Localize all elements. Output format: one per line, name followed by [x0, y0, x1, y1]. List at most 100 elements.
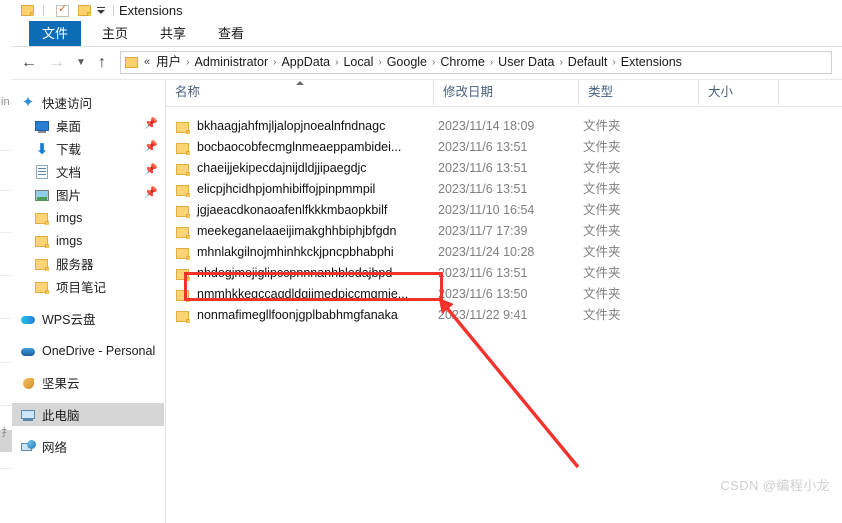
breadcrumb-item-chrome[interactable]: Chrome	[436, 52, 488, 73]
window-title: Extensions	[119, 3, 183, 18]
pin-icon: 📌	[144, 187, 158, 199]
folder-icon	[175, 140, 191, 156]
sidebar-item-imgs-1[interactable]: imgs	[12, 206, 165, 229]
desktop-icon	[34, 118, 50, 134]
folder-icon	[175, 161, 191, 177]
folder-icon	[175, 119, 191, 135]
this-pc-icon	[20, 407, 36, 423]
qat-customize-button[interactable]	[97, 0, 105, 21]
properties-checkbox-icon	[56, 3, 69, 17]
breadcrumb-item-local[interactable]: Local	[339, 52, 377, 73]
file-name-cell: nonmafimegllfoonjgplbabhmgfanaka	[175, 305, 398, 326]
file-type-cell: 文件夹	[583, 287, 621, 301]
sidebar-item-label: 图片	[56, 189, 82, 203]
table-row[interactable]: bocbaocobfecmglnmeaeppambidei... 2023/11…	[166, 137, 842, 158]
file-date-cell: 2023/11/6 13:51	[438, 140, 528, 154]
table-row[interactable]: jgjaeacdkonaoafenlfkkkmbaopkbilf 2023/11…	[166, 200, 842, 221]
sidebar-item-quick-access[interactable]: ✦ 快速访问	[12, 91, 165, 114]
file-date-cell: 2023/11/10 16:54	[438, 203, 535, 217]
file-date-cell: 2023/11/6 13:50	[438, 287, 528, 301]
file-type-cell: 文件夹	[583, 182, 621, 196]
sidebar-item-label: OneDrive - Personal	[42, 343, 156, 358]
file-name-cell: bocbaocobfecmglnmeaeppambidei...	[175, 137, 401, 158]
file-date-cell: 2023/11/24 10:28	[438, 245, 535, 259]
table-row[interactable]: meekeganelaaeijimakghhbiphjbfgdn 2023/11…	[166, 221, 842, 242]
bg-divider	[0, 232, 12, 233]
sidebar-item-nutstore[interactable]: 坚果云	[12, 371, 165, 394]
table-row[interactable]: nonmafimegllfoonjgplbabhmgfanaka 2023/11…	[166, 305, 842, 326]
breadcrumb-overflow[interactable]: «	[142, 52, 152, 73]
column-header-date-modified[interactable]: 修改日期	[434, 80, 579, 105]
chevron-down-icon	[97, 7, 105, 8]
sidebar-item-label: 下载	[56, 143, 82, 157]
tab-home[interactable]: 主页	[89, 21, 141, 46]
bg-divider	[0, 362, 12, 363]
back-button[interactable]: ←	[18, 52, 40, 74]
tab-share[interactable]: 共享	[147, 21, 199, 46]
breadcrumb[interactable]: « 用户 › Administrator › AppData › Local ›…	[120, 51, 832, 74]
breadcrumb-item-user-data[interactable]: User Data	[494, 52, 558, 73]
breadcrumb-item-administrator[interactable]: Administrator	[190, 52, 272, 73]
breadcrumb-item-google[interactable]: Google	[383, 52, 431, 73]
navigation-pane: ✦ 快速访问 桌面 📌 ⬇ 下载 📌 文档 📌 图片 📌 imgs imgs 服…	[12, 80, 166, 523]
table-row[interactable]: nmmhkkegccagdldgiimedpiccmgmie... 2023/1…	[166, 284, 842, 305]
table-row[interactable]: mhnlakgilnojmhinhkckjpncpbhabphi 2023/11…	[166, 242, 842, 263]
column-header-type[interactable]: 类型	[579, 80, 699, 105]
sidebar-item-label: WPS云盘	[42, 313, 96, 327]
up-button[interactable]: ↑	[91, 52, 113, 74]
table-row-highlighted[interactable]: nhdogjmejiglipccpnnnanhbledajbpd 2023/11…	[166, 263, 842, 284]
qat-properties-button[interactable]	[56, 0, 69, 21]
documents-icon	[34, 164, 50, 180]
chevron-down-icon-arrow	[97, 10, 105, 14]
sidebar-item-downloads[interactable]: ⬇ 下载 📌	[12, 137, 165, 160]
sidebar-item-this-pc[interactable]: 此电脑	[12, 403, 164, 426]
tab-view[interactable]: 查看	[205, 21, 257, 46]
breadcrumb-item-appdata[interactable]: AppData	[277, 52, 334, 73]
sidebar-item-network[interactable]: 网络	[12, 435, 165, 458]
bg-divider	[0, 275, 12, 276]
file-name-cell: meekeganelaaeijimakghhbiphjbfgdn	[175, 221, 396, 242]
folder-icon	[175, 245, 191, 261]
file-name-label: nmmhkkegccagdldgiimedpiccmgmie...	[197, 287, 409, 301]
table-row[interactable]: elicpjhcidhpjomhibiffojpinpmmpil 2023/11…	[166, 179, 842, 200]
file-date-cell: 2023/11/14 18:09	[438, 119, 535, 133]
new-folder-icon	[78, 5, 91, 16]
sidebar-item-project-notes[interactable]: 项目笔记	[12, 275, 165, 298]
folder-icon	[175, 203, 191, 219]
column-header-size[interactable]: 大小	[699, 80, 779, 105]
network-icon	[20, 439, 36, 455]
file-name-cell: bkhaagjahfmjljalopjnoealnfndnagc	[175, 116, 385, 137]
forward-button[interactable]: →	[46, 52, 68, 74]
sidebar-item-label: 项目笔记	[56, 281, 107, 295]
file-rows-container: bkhaagjahfmjljalopjnoealnfndnagc 2023/11…	[166, 107, 842, 326]
sidebar-item-imgs-2[interactable]: imgs	[12, 229, 165, 252]
sidebar-item-documents[interactable]: 文档 📌	[12, 160, 165, 183]
breadcrumb-item-default[interactable]: Default	[564, 52, 612, 73]
wps-cloud-icon	[20, 311, 36, 327]
file-name-label: nonmafimegllfoonjgplbabhmgfanaka	[197, 308, 398, 322]
sidebar-item-onedrive[interactable]: OneDrive - Personal	[12, 339, 165, 362]
tab-file[interactable]: 文件	[29, 21, 81, 46]
sidebar-item-label: imgs	[56, 233, 83, 248]
column-header-row: 名称 修改日期 类型 大小	[166, 80, 842, 107]
explorer-body: ✦ 快速访问 桌面 📌 ⬇ 下载 📌 文档 📌 图片 📌 imgs imgs 服…	[12, 80, 842, 523]
breadcrumb-item-extensions[interactable]: Extensions	[617, 52, 686, 73]
recent-locations-button[interactable]: ▼	[70, 52, 92, 74]
onedrive-icon	[20, 343, 36, 359]
table-row[interactable]: bkhaagjahfmjljalopjnoealnfndnagc 2023/11…	[166, 116, 842, 137]
bg-clipped-text: in	[1, 96, 10, 108]
sidebar-item-desktop[interactable]: 桌面 📌	[12, 114, 165, 137]
sidebar-item-pictures[interactable]: 图片 📌	[12, 183, 165, 206]
qat-folder-button[interactable]	[21, 0, 34, 21]
file-name-label: nhdogjmejiglipccpnnnanhbledajbpd	[197, 266, 393, 280]
breadcrumb-item-users[interactable]: 用户	[152, 52, 185, 73]
sidebar-item-label: imgs	[56, 210, 83, 225]
sidebar-item-server[interactable]: 服务器	[12, 252, 165, 275]
separator-line	[113, 5, 114, 16]
folder-icon	[175, 224, 191, 240]
table-row[interactable]: chaeijjekipecdajnijdldjjipaegdjc 2023/11…	[166, 158, 842, 179]
file-type-cell: 文件夹	[583, 203, 621, 217]
sidebar-item-wps-cloud[interactable]: WPS云盘	[12, 307, 165, 330]
qat-new-folder-button[interactable]	[78, 0, 91, 21]
folder-icon	[34, 233, 50, 249]
